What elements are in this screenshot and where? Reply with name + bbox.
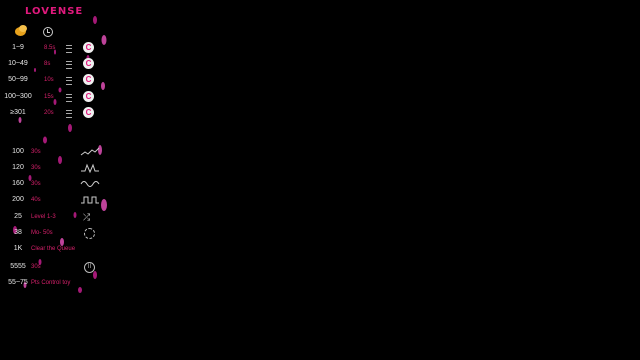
command-label: 30s — [31, 149, 41, 155]
tip-amount: 100 — [12, 148, 24, 155]
tip-amount: 5555 — [10, 263, 26, 270]
duration-text: 8.5s — [44, 45, 56, 51]
tip-amount: 38 — [14, 229, 22, 236]
wave-pattern-icon — [80, 147, 100, 156]
special-command-row: 160 30s — [0, 178, 112, 190]
duration-text: 15s — [44, 94, 54, 100]
menu-icon — [66, 61, 72, 69]
command-label: 30s — [31, 165, 41, 171]
tip-amount: 1K — [13, 245, 23, 252]
command-label: Pts Control toy — [31, 280, 71, 286]
menu-icon — [66, 45, 72, 53]
special-command-row: 1K Clear the Queue — [0, 243, 112, 255]
tip-amount: 1~9 — [12, 44, 24, 51]
tip-level-row: ≥301 20s C — [0, 107, 112, 119]
tip-amount: 160 — [12, 180, 24, 187]
vibration-level-icon: C — [83, 42, 94, 53]
tip-amount: 120 — [12, 164, 24, 171]
special-command-row: 38 Mo- 50s — [0, 227, 112, 239]
vibration-level-icon: C — [83, 107, 94, 118]
square-pattern-icon — [81, 196, 99, 204]
command-label: Clear the Queue — [31, 246, 76, 252]
tip-amount: 55~75 — [8, 279, 28, 286]
tip-level-row: 100~300 15s C — [0, 91, 112, 103]
command-label: Level 1-3 — [31, 214, 56, 220]
tip-amount: 200 — [12, 196, 24, 203]
clock-icon — [43, 27, 53, 37]
pulse-pattern-icon — [81, 163, 99, 174]
tip-amount: 50~99 — [8, 76, 28, 83]
tip-amount: 100~300 — [4, 93, 32, 100]
command-label: 30s — [31, 181, 41, 187]
pause-icon: II — [84, 262, 95, 273]
special-command-row: 200 40s — [0, 194, 112, 206]
tip-menu-panel: LOVENSE 1~9 8.5s C 10~49 8s C 50~99 10s … — [0, 0, 112, 298]
special-command-row: 100 30s — [0, 146, 112, 158]
vibration-level-icon: C — [83, 74, 94, 85]
menu-icon — [66, 110, 72, 118]
special-command-row: 120 30s — [0, 162, 112, 174]
tip-level-row: 10~49 8s C — [0, 58, 112, 70]
vibration-level-icon: C — [83, 91, 94, 102]
tip-amount: 10~49 — [8, 60, 28, 67]
tip-level-row: 1~9 8.5s C — [0, 42, 112, 54]
duration-text: 8s — [44, 61, 51, 67]
duration-text: 10s — [44, 77, 54, 83]
command-label: Mo- 50s — [31, 230, 53, 236]
shuffle-icon: ⤮ — [83, 212, 91, 222]
coins-icon — [15, 25, 27, 36]
special-command-row: 55~75 Pts Control toy — [0, 277, 112, 289]
special-command-row: 5555 30s II — [0, 261, 112, 273]
menu-icon — [66, 77, 72, 85]
duration-text: 20s — [44, 110, 54, 116]
sine-pattern-icon — [80, 181, 100, 187]
tip-amount: ≥301 — [10, 109, 26, 116]
gear-icon — [84, 228, 95, 239]
command-label: 30s — [31, 264, 41, 270]
vibration-level-icon: C — [83, 58, 94, 69]
menu-icon — [66, 94, 72, 102]
special-command-row: 25 Level 1-3 ⤮ — [0, 211, 112, 223]
lovense-logo: LOVENSE — [25, 6, 84, 17]
command-label: 40s — [31, 197, 41, 203]
tip-amount: 25 — [14, 213, 22, 220]
tip-level-row: 50~99 10s C — [0, 74, 112, 86]
